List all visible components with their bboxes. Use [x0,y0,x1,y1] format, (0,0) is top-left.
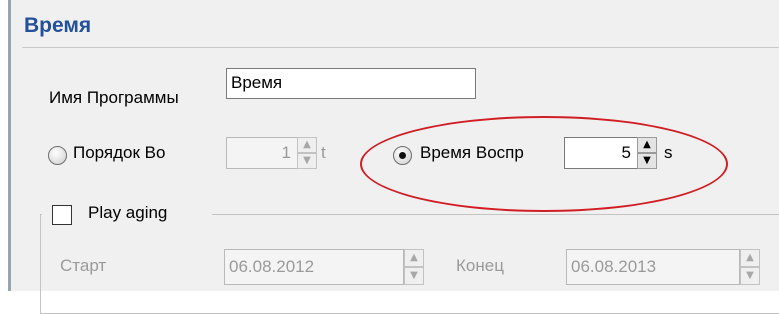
spin-down-icon[interactable]: ▼ [740,267,760,285]
order-label: Порядок Во [73,143,166,162]
start-label: Старт [60,256,107,275]
spin-down-icon[interactable]: ▼ [297,153,317,169]
spin-up-icon[interactable]: ▲ [404,249,424,267]
spin-down-icon[interactable]: ▼ [404,267,424,285]
order-unit: t [321,143,326,162]
highlight-oval [360,116,728,212]
title-divider [22,47,779,48]
program-name-field[interactable]: Время [226,68,476,99]
end-date-field[interactable]: 06.08.2013 [566,249,740,285]
order-value-field[interactable]: 1 [226,137,298,169]
play-aging-checkbox[interactable] [52,205,72,225]
order-spinner[interactable]: ▲ ▼ [297,137,317,169]
end-label: Конец [456,256,504,275]
order-radio[interactable] [48,146,67,165]
play-aging-label: Play aging [88,203,168,222]
spin-up-icon[interactable]: ▲ [297,137,317,153]
spin-up-icon[interactable]: ▲ [740,249,760,267]
start-date-field[interactable]: 06.08.2012 [224,249,404,285]
program-name-label: Имя Программы [49,88,179,107]
end-date-spinner[interactable]: ▲ ▼ [740,249,760,285]
section-title: Время [24,14,92,37]
start-date-spinner[interactable]: ▲ ▼ [404,249,424,285]
